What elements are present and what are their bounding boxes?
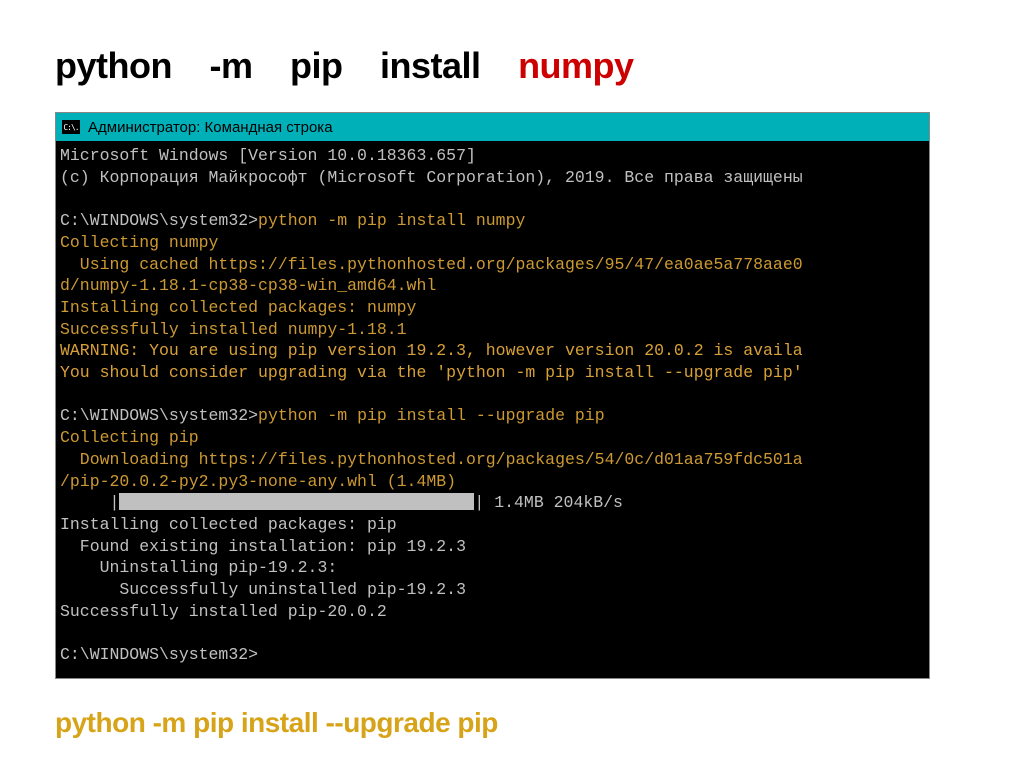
header-word-install: install (380, 45, 481, 87)
command-prompt-window: C:\. Администратор: Командная строка Mic… (55, 112, 930, 679)
terminal-command: python -m pip install --upgrade pip (258, 406, 605, 425)
terminal-line: Successfully installed pip-20.0.2 (60, 602, 387, 621)
terminal-warning: WARNING: You are using pip version 19.2.… (60, 341, 803, 360)
terminal-line: Uninstalling pip-19.2.3: (60, 558, 337, 577)
terminal-warning: You should consider upgrading via the 'p… (60, 363, 803, 382)
header-command: python -m pip install numpy (55, 45, 984, 87)
terminal-prompt: C:\WINDOWS\system32> (60, 645, 258, 664)
terminal-line: Using cached https://files.pythonhosted.… (60, 255, 803, 274)
terminal-line: Installing collected packages: pip (60, 515, 397, 534)
terminal-prompt: C:\WINDOWS\system32> (60, 211, 258, 230)
header-word-pip: pip (290, 45, 342, 87)
terminal-line: Collecting numpy (60, 233, 218, 252)
terminal-line: Installing collected packages: numpy (60, 298, 416, 317)
cmd-icon: C:\. (62, 120, 80, 134)
window-titlebar[interactable]: C:\. Администратор: Командная строка (56, 113, 929, 141)
window-title: Администратор: Командная строка (88, 119, 333, 136)
terminal-line: d/numpy-1.18.1-cp38-cp38-win_amd64.whl (60, 276, 436, 295)
header-word-m: -m (210, 45, 253, 87)
terminal-output[interactable]: Microsoft Windows [Version 10.0.18363.65… (56, 141, 929, 678)
footer-command: python -m pip install --upgrade pip (55, 707, 984, 739)
terminal-line: Downloading https://files.pythonhosted.o… (60, 450, 803, 469)
header-word-python: python (55, 45, 172, 87)
terminal-line: (c) Корпорация Майкрософт (Microsoft Cor… (60, 168, 803, 187)
terminal-line: Found existing installation: pip 19.2.3 (60, 537, 466, 556)
terminal-line: Microsoft Windows [Version 10.0.18363.65… (60, 146, 476, 165)
terminal-prompt: C:\WINDOWS\system32> (60, 406, 258, 425)
terminal-line: /pip-20.0.2-py2.py3-none-any.whl (1.4MB) (60, 472, 456, 491)
progress-bar (119, 493, 474, 510)
terminal-line: Collecting pip (60, 428, 199, 447)
header-word-package: numpy (518, 45, 634, 87)
progress-tail: | 1.4MB 204kB/s (474, 493, 623, 512)
terminal-line: Successfully installed numpy-1.18.1 (60, 320, 407, 339)
progress-indent: | (60, 493, 119, 512)
terminal-command: python -m pip install numpy (258, 211, 525, 230)
terminal-line: Successfully uninstalled pip-19.2.3 (60, 580, 466, 599)
